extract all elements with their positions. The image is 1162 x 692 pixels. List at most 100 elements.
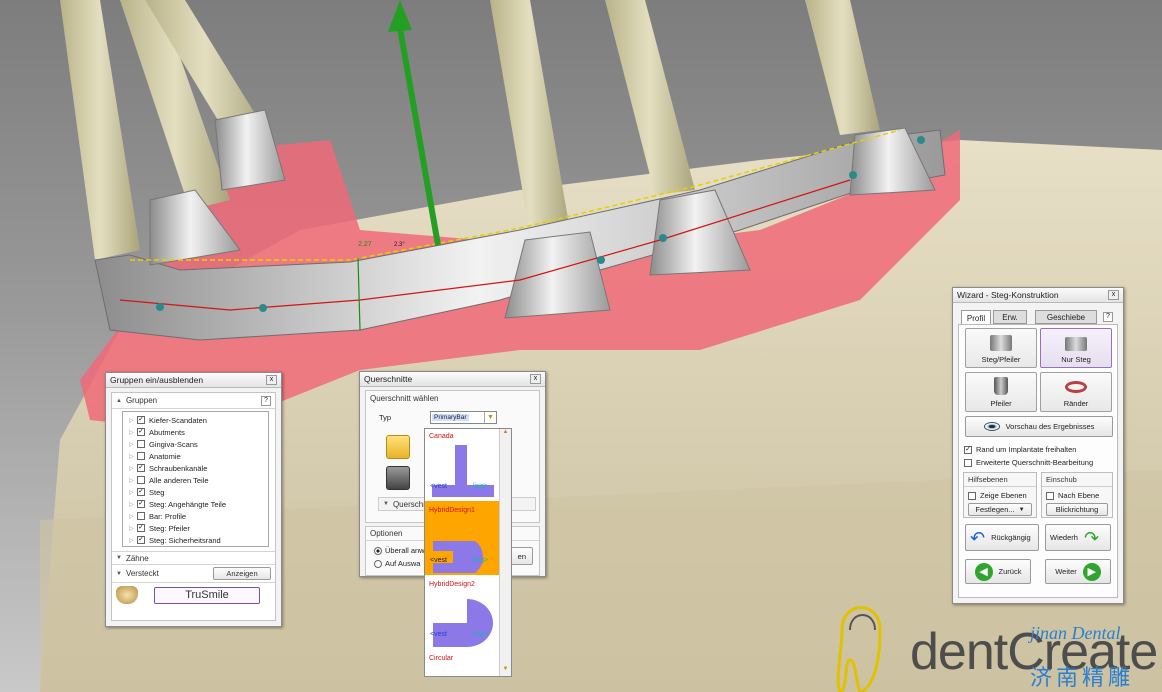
steg-pfeiler-button[interactable]: Steg/Pfeiler [965, 328, 1037, 368]
view-direction-button[interactable]: Blickrichtung [1046, 503, 1108, 516]
help-icon[interactable]: ? [1103, 312, 1113, 322]
save-disk-icon[interactable] [386, 466, 410, 490]
radio-apply-all[interactable] [374, 546, 382, 555]
cross-section-shape [433, 541, 483, 573]
group-visibility-checkbox[interactable]: ✓ [137, 524, 145, 532]
group-tree-item[interactable]: ▷ ✓ Steg: Pfeiler [123, 522, 268, 534]
group-visibility-checkbox[interactable] [137, 452, 145, 460]
groups-tree: ▷ ✓ Kiefer-Scandaten ▷ ✓ Abutments ▷ Gingiva-Sc… [122, 411, 269, 547]
close-icon[interactable]: x [266, 375, 277, 385]
close-icon[interactable]: x [530, 374, 541, 384]
cross-section-titlebar[interactable]: Querschnitte x [360, 372, 545, 387]
group-visibility-checkbox[interactable]: ✓ [137, 488, 145, 496]
close-icon[interactable]: x [1108, 290, 1119, 300]
next-arrow-icon: ▶ [1082, 562, 1101, 581]
type-label: Typ [379, 413, 392, 422]
tree-expander-icon[interactable]: ▷ [129, 501, 137, 508]
group-visibility-checkbox[interactable]: ✓ [137, 536, 145, 544]
tab-profil[interactable]: Profil [961, 310, 991, 325]
tree-expander-icon[interactable]: ▷ [129, 465, 137, 472]
cross-section-title: Querschnitte [364, 374, 413, 384]
group-tree-item[interactable]: ▷ ✓ Kiefer-Scandaten [123, 414, 268, 426]
raender-button[interactable]: Ränder [1040, 372, 1112, 412]
help-icon[interactable]: ? [261, 395, 271, 406]
keep-margin-checkbox[interactable]: ✓ [964, 445, 972, 454]
tree-expander-icon[interactable]: ▷ [129, 477, 137, 484]
wizard-titlebar[interactable]: Wizard - Steg-Konstruktion x [953, 288, 1123, 303]
collapse-icon: ▲ [116, 397, 122, 404]
group-visibility-checkbox[interactable]: ✓ [137, 500, 145, 508]
vestibular-label: <vest [430, 557, 447, 564]
expand-icon: ▼ [383, 501, 389, 507]
groups-panel-titlebar[interactable]: Gruppen ein/ausblenden x [106, 373, 281, 388]
group-tree-item[interactable]: ▷ ✓ Steg: Sicherheitsrand [123, 534, 268, 546]
back-button[interactable]: ◀ Zurück [965, 559, 1031, 584]
group-tree-item[interactable]: ▷ ✓ Steg [123, 486, 268, 498]
hidden-section-header[interactable]: ▼ Versteckt Anzeigen [112, 565, 275, 583]
advanced-edit-label: Erweiterte Querschnitt-Bearbeitung [976, 458, 1094, 467]
advanced-edit-checkbox[interactable] [964, 458, 972, 467]
group-tree-item[interactable]: ▷ Bar: Profile [123, 510, 268, 522]
next-button[interactable]: Weiter ▶ [1045, 559, 1111, 584]
scroll-down-icon[interactable]: ▼ [500, 666, 511, 676]
dropdown-scrollbar[interactable]: ▲ ▼ [499, 429, 511, 676]
preview-label: Vorschau des Ergebnisses [1005, 422, 1095, 431]
group-tree-item[interactable]: ▷ Anatomie [123, 450, 268, 462]
group-tree-item[interactable]: ▷ ✓ Steg: Angehängte Teile [123, 498, 268, 510]
undo-button[interactable]: ↶ Rückgängig [965, 524, 1039, 551]
undo-arrow-icon: ↶ [970, 527, 986, 548]
group-visibility-checkbox[interactable]: ✓ [137, 428, 145, 436]
show-button[interactable]: Anzeigen [213, 567, 271, 580]
hilfsebenen-label: Hilfsebenen [964, 473, 1036, 487]
steg-pfeiler-label: Steg/Pfeiler [981, 355, 1021, 364]
group-visibility-checkbox[interactable] [137, 512, 145, 520]
vestibular-label: <vest [430, 483, 447, 490]
group-tree-item[interactable]: ▷ ✓ Abutments [123, 426, 268, 438]
tree-expander-icon[interactable]: ▷ [129, 537, 137, 544]
insertion-direction-arrow[interactable] [388, 0, 441, 246]
einschub-label: Einschub [1042, 473, 1112, 487]
show-planes-checkbox[interactable] [968, 491, 976, 500]
group-visibility-checkbox[interactable]: ✓ [137, 464, 145, 472]
tree-expander-icon[interactable]: ▷ [129, 417, 137, 424]
tab-erw[interactable]: Erw. [993, 310, 1027, 324]
group-visibility-checkbox[interactable] [137, 476, 145, 484]
radio-apply-selection-label: Auf Auswa [385, 559, 421, 568]
tree-expander-icon[interactable]: ▷ [129, 429, 137, 436]
watermark-latin: jinan Dental [1030, 623, 1121, 643]
group-tree-item[interactable]: ▷ ✓ Schraubenkanäle [123, 462, 268, 474]
pfeiler-button[interactable]: Pfeiler [965, 372, 1037, 412]
chevron-down-icon[interactable]: ▼ [484, 412, 496, 423]
by-plane-checkbox[interactable] [1046, 491, 1054, 500]
open-folder-icon[interactable] [386, 435, 410, 459]
lingual-label: ling> [473, 631, 488, 638]
tree-expander-icon[interactable]: ▷ [129, 441, 137, 448]
group-visibility-checkbox[interactable] [137, 440, 145, 448]
tree-expander-icon[interactable]: ▷ [129, 525, 137, 532]
expand-icon: ▼ [116, 570, 122, 577]
type-select[interactable]: PrimaryBar ▼ [430, 411, 497, 424]
options-section-label: Optionen [370, 529, 403, 538]
group-label: Gingiva-Scans [149, 439, 198, 449]
eye-icon [983, 422, 1000, 431]
group-tree-item[interactable]: ▷ Alle anderen Teile [123, 474, 268, 486]
redo-button[interactable]: Wiederh ↷ [1045, 524, 1111, 551]
group-tree-item[interactable]: ▷ Gingiva-Scans [123, 438, 268, 450]
scroll-up-icon[interactable]: ▲ [500, 429, 511, 439]
back-label: Zurück [998, 567, 1022, 576]
tab-geschiebe[interactable]: Geschiebe [1035, 310, 1097, 324]
teeth-section-header[interactable]: ▼ Zähne [112, 551, 275, 565]
tree-expander-icon[interactable]: ▷ [129, 489, 137, 496]
tree-expander-icon[interactable]: ▷ [129, 453, 137, 460]
groups-section-header[interactable]: ▲ Gruppen ? [112, 393, 275, 409]
tree-expander-icon[interactable]: ▷ [129, 513, 137, 520]
nur-steg-button[interactable]: Nur Steg [1040, 328, 1112, 368]
redo-label: Wiederh [1050, 533, 1078, 542]
festlegen-dropdown[interactable]: Festlegen... ▼ [968, 503, 1032, 516]
preview-button[interactable]: Vorschau des Ergebnisses [965, 416, 1113, 437]
group-visibility-checkbox[interactable]: ✓ [137, 416, 145, 424]
radio-apply-selection[interactable] [374, 559, 382, 568]
hidden-section-label: Versteckt [125, 569, 159, 578]
trusmile-button[interactable]: TruSmile [154, 586, 260, 604]
vestibular-label: <vest [430, 631, 447, 638]
